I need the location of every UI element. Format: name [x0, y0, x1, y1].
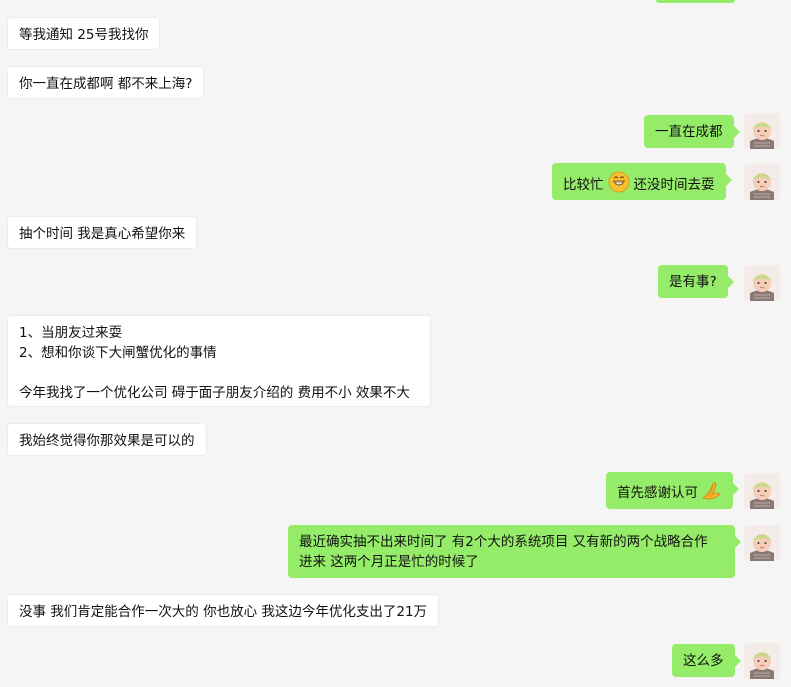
chat-window: 等我通知 25号我找你 你一直在成都啊 都不来上海? 一直在成都 比较忙 还没时… [0, 0, 791, 687]
grinning-face-emoji [608, 171, 630, 199]
message-text: 抽个时间 我是真心希望你来 [19, 226, 186, 242]
baby-avatar-icon[interactable] [744, 164, 780, 200]
message-text: 我始终觉得你那效果是可以的 [19, 433, 195, 449]
message-text: 比较忙 [563, 177, 604, 193]
message-text: 首先感谢认可 [617, 485, 698, 501]
message-line: 今年我找了一个优化公司 碍于面子朋友介绍的 费用不小 效果不大 [19, 385, 410, 401]
message-line: 进来 这两个月正是忙的时候了 [299, 554, 479, 570]
message-text: 是有事? [669, 274, 717, 290]
message-incoming[interactable]: 没事 我们肯定能合作一次大的 你也放心 我这边今年优化支出了21万 [7, 594, 440, 627]
message-text: 没事 我们肯定能合作一次大的 你也放心 我这边今年优化支出了21万 [19, 604, 428, 620]
message-line: 1、当朋友过来耍 [19, 325, 123, 341]
message-text: 你一直在成都啊 都不来上海? [19, 76, 193, 92]
message-incoming[interactable]: 1、当朋友过来耍 2、想和你谈下大闸蟹优化的事情 今年我找了一个优化公司 碍于面… [7, 315, 431, 407]
baby-avatar-icon[interactable] [744, 265, 780, 301]
message-outgoing[interactable]: 最近确实抽不出来时间了 有2个大的系统项目 又有新的两个战略合作 进来 这两个月… [288, 525, 741, 578]
message-text: 一直在成都 [655, 124, 723, 140]
message-incoming[interactable]: 你一直在成都啊 都不来上海? [7, 66, 205, 99]
message-text: 等我通知 25号我找你 [19, 27, 149, 43]
message-text: 还没时间去耍 [633, 177, 715, 193]
baby-avatar-icon[interactable] [744, 473, 780, 509]
message-incoming[interactable]: 抽个时间 我是真心希望你来 [7, 216, 198, 249]
previous-message-edge [656, 0, 735, 3]
baby-avatar-icon[interactable] [744, 525, 780, 561]
message-outgoing[interactable]: 这么多 [672, 644, 740, 677]
message-text: 这么多 [683, 653, 724, 669]
message-outgoing[interactable]: 首先感谢认可 [606, 472, 739, 509]
message-incoming[interactable]: 等我通知 25号我找你 [7, 17, 161, 50]
message-outgoing[interactable]: 一直在成都 [644, 115, 739, 148]
message-line: 2、想和你谈下大闸蟹优化的事情 [19, 345, 217, 361]
message-line: 最近确实抽不出来时间了 有2个大的系统项目 又有新的两个战略合作 [299, 534, 708, 550]
message-outgoing[interactable]: 是有事? [658, 265, 734, 298]
message-incoming[interactable]: 我始终觉得你那效果是可以的 [7, 423, 207, 456]
message-outgoing[interactable]: 比较忙 还没时间去耍 [552, 163, 731, 200]
baby-avatar-icon[interactable] [744, 113, 780, 149]
pray-hands-emoji [700, 480, 722, 506]
baby-avatar-icon[interactable] [744, 643, 780, 679]
